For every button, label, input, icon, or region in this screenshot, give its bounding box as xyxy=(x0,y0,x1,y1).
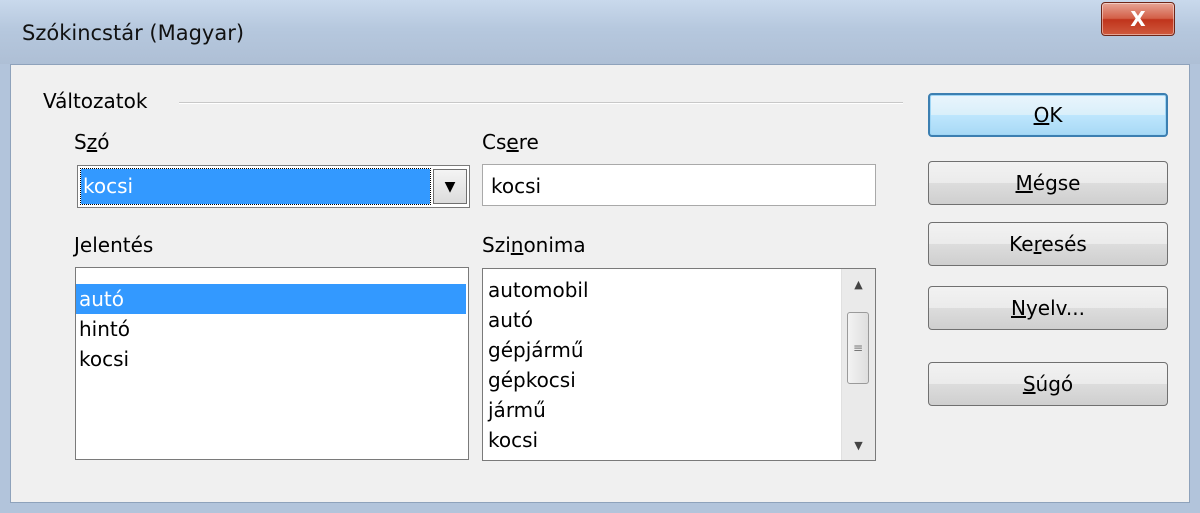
meaning-list-item[interactable]: autó xyxy=(76,284,466,314)
synonym-listbox[interactable]: automobil autó gépjármű gépkocsi jármű kocsi … xyxy=(482,268,876,461)
grip-icon: ≡ xyxy=(852,341,864,355)
dialog-body: Változatok Szó kocsi ▼ Csere kocsi Jelen… xyxy=(10,64,1190,503)
cancel-button[interactable]: Mégse xyxy=(928,161,1168,205)
help-button-label: Súgó xyxy=(1022,372,1074,396)
language-button-label: Nyelv... xyxy=(1010,296,1086,320)
word-label: Szó xyxy=(74,130,110,154)
group-separator xyxy=(179,102,903,104)
meaning-list-item[interactable]: kocsi xyxy=(76,344,466,374)
window-title: Szókincstár (Magyar) xyxy=(22,21,245,45)
ok-button-label: OK xyxy=(1033,103,1063,127)
synonym-list-item[interactable]: autó xyxy=(483,305,839,335)
synonym-list-item[interactable]: kocsi xyxy=(483,425,839,455)
search-button[interactable]: Keresés xyxy=(928,222,1168,266)
meaning-label: Jelentés xyxy=(74,233,154,257)
window-frame-right xyxy=(1190,64,1200,513)
window-frame-left xyxy=(0,64,10,513)
language-button[interactable]: Nyelv... xyxy=(928,286,1168,330)
replace-input[interactable]: kocsi xyxy=(482,164,876,206)
synonym-label: Szinonima xyxy=(482,233,586,257)
synonym-list-item[interactable]: jármű xyxy=(483,395,839,425)
synonym-list-item[interactable]: automobil xyxy=(483,275,839,305)
meaning-listbox[interactable]: autó hintó kocsi xyxy=(75,267,469,460)
close-button[interactable]: X xyxy=(1101,2,1175,36)
scrollbar-thumb[interactable]: ≡ xyxy=(847,312,869,384)
ok-button[interactable]: OK xyxy=(928,93,1168,137)
word-combobox[interactable]: kocsi ▼ xyxy=(77,165,470,208)
synonym-scrollbar[interactable]: ▲ ≡ ▼ xyxy=(841,269,875,460)
chevron-down-icon: ▼ xyxy=(444,178,456,195)
help-button[interactable]: Súgó xyxy=(928,362,1168,406)
combobox-dropdown-button[interactable]: ▼ xyxy=(433,169,467,204)
synonym-list-item[interactable]: gépjármű xyxy=(483,335,839,365)
meaning-list-item[interactable]: hintó xyxy=(76,314,466,344)
word-combobox-value: kocsi xyxy=(80,168,431,205)
window-frame-bottom xyxy=(0,503,1200,513)
search-button-label: Keresés xyxy=(1009,232,1087,256)
close-icon: X xyxy=(1130,7,1146,31)
scroll-up-icon[interactable]: ▲ xyxy=(842,271,875,297)
group-label-variants: Változatok xyxy=(41,89,150,113)
cancel-button-label: Mégse xyxy=(1015,171,1081,195)
scroll-down-icon[interactable]: ▼ xyxy=(842,432,875,458)
synonym-list-item[interactable]: gépkocsi xyxy=(483,365,839,395)
title-bar[interactable]: Szókincstár (Magyar) X xyxy=(0,0,1200,64)
replace-label: Csere xyxy=(482,130,539,154)
